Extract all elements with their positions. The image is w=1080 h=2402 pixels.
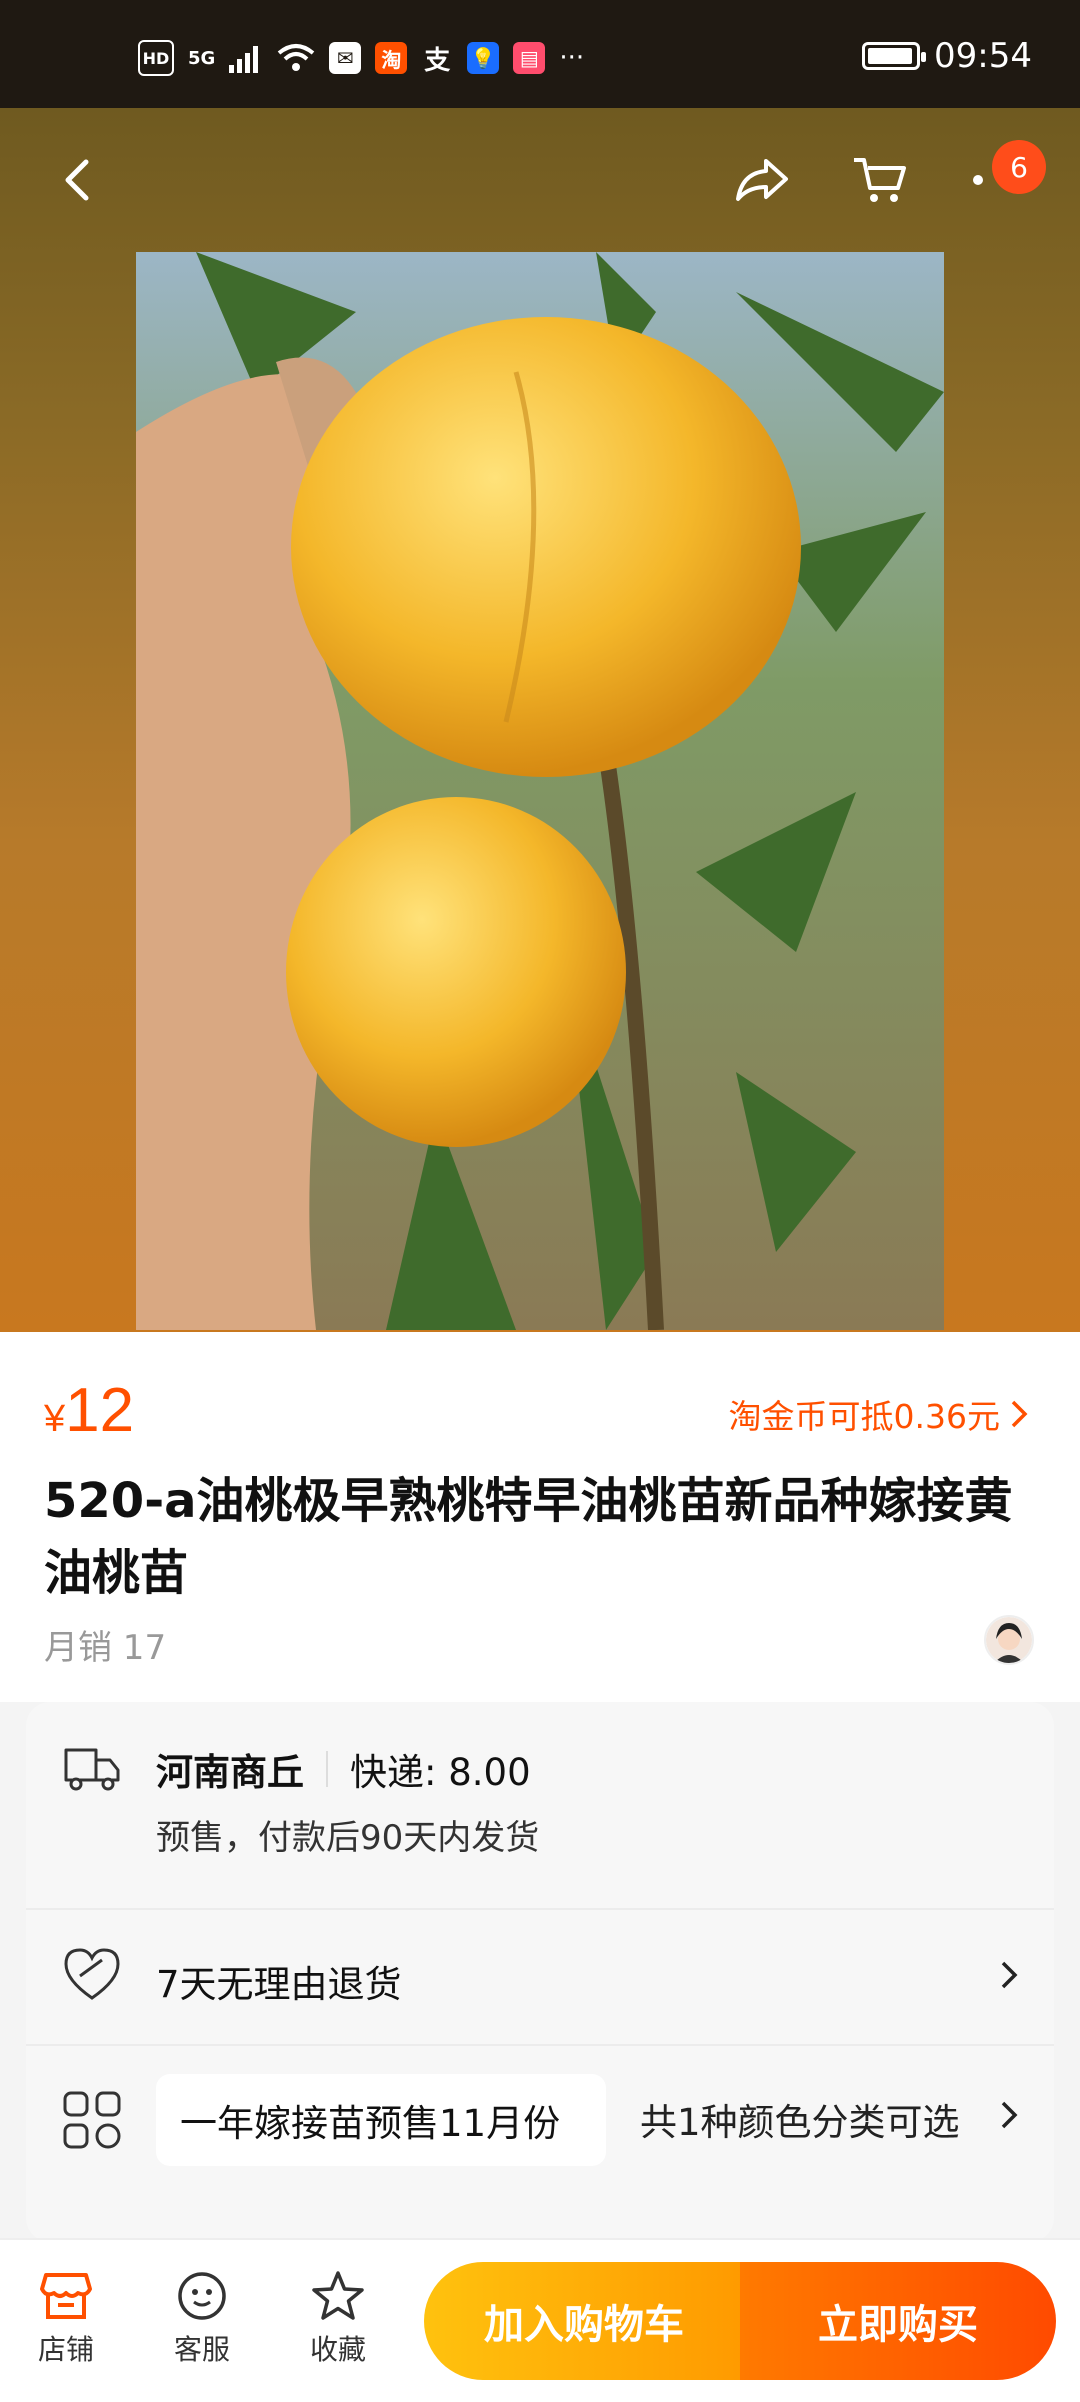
- more-button[interactable]: 6: [962, 140, 1046, 220]
- store-icon: [40, 2273, 92, 2319]
- store-button[interactable]: 店铺: [16, 2264, 116, 2368]
- peach-photo: [136, 252, 944, 1330]
- share-button[interactable]: [722, 140, 802, 220]
- wifi-icon: [278, 44, 315, 71]
- bottom-action-bar: 店铺 客服 收藏 加入购物车 立即购买: [0, 2238, 1080, 2402]
- seller-avatar[interactable]: [984, 1615, 1034, 1665]
- coin-discount-link[interactable]: 淘金币可抵0.36元: [729, 1390, 1028, 1438]
- currency-symbol: ¥: [44, 1398, 66, 1440]
- status-bar: HD 5G ✉ 淘 支 💡 ▤ ··· 09:54: [0, 0, 1080, 108]
- mail-icon: ✉: [329, 42, 362, 74]
- variant-option-chip[interactable]: 一年嫁接苗预售11月份: [156, 2074, 606, 2166]
- hd-icon: HD: [138, 40, 174, 76]
- clock: 09:54: [934, 36, 1032, 76]
- more-notifications: ···: [559, 43, 585, 73]
- chevron-right-icon: [1001, 1961, 1018, 1989]
- customer-service-label: 客服: [173, 2333, 230, 2366]
- avatar-icon: [986, 1617, 1032, 1663]
- buy-now-label: 立即购买: [818, 2302, 978, 2348]
- chevron-left-icon: [65, 159, 89, 201]
- customer-service-button[interactable]: 客服: [152, 2264, 252, 2368]
- product-image[interactable]: [136, 252, 944, 1330]
- favorite-label: 收藏: [309, 2333, 366, 2366]
- shipping-row[interactable]: 河南商丘 快递: 8.00 预售，付款后90天内发货: [26, 1702, 1054, 1908]
- heart-shield-icon: [64, 1948, 120, 2000]
- shipping-main: 河南商丘 快递: 8.00: [156, 1742, 531, 1796]
- store-label: 店铺: [37, 2333, 94, 2366]
- variants-grid-icon: [63, 2091, 121, 2149]
- bulb-icon: 💡: [467, 42, 500, 74]
- express-fee: 快递: 8.00: [350, 1751, 531, 1794]
- separator: [326, 1751, 328, 1787]
- return-policy-row[interactable]: 7天无理由退货: [26, 1910, 1054, 2044]
- taobao-icon: 淘: [375, 42, 408, 74]
- details-card: 河南商丘 快递: 8.00 预售，付款后90天内发货 7天无理由退货 一年嫁接苗…: [26, 1702, 1054, 2242]
- add-to-cart-button[interactable]: 加入购物车: [424, 2262, 744, 2380]
- price: ¥12: [44, 1375, 134, 1446]
- network-type: 5G: [188, 47, 216, 69]
- battery-icon: [862, 42, 927, 70]
- alipay-icon: 支: [424, 45, 451, 76]
- favorite-button[interactable]: 收藏: [288, 2264, 388, 2368]
- variant-count-link[interactable]: 共1种颜色分类可选: [640, 2092, 960, 2146]
- return-policy-text: 7天无理由退货: [156, 1963, 402, 2006]
- delivery-truck-icon: [64, 1748, 120, 1791]
- variant-option-label: 一年嫁接苗预售11月份: [180, 2102, 561, 2145]
- cart-icon: [854, 158, 906, 202]
- monthly-sales: 月销 17: [44, 1628, 167, 1668]
- share-icon: [736, 159, 788, 201]
- chevron-right-icon[interactable]: [1000, 2100, 1018, 2130]
- back-button[interactable]: [38, 140, 118, 220]
- buy-now-button[interactable]: 立即购买: [740, 2262, 1056, 2380]
- chevron-right-icon: [1011, 1400, 1028, 1428]
- star-icon: [312, 2271, 364, 2320]
- chat-face-icon: [178, 2272, 226, 2320]
- variant-count-text: 共1种颜色分类可选: [640, 2101, 960, 2144]
- signal-icon: [229, 46, 259, 73]
- notification-badge: 6: [992, 140, 1046, 194]
- add-to-cart-label: 加入购物车: [484, 2302, 684, 2348]
- coin-discount-text: 淘金币可抵0.36元: [728, 1397, 1000, 1436]
- presale-note: 预售，付款后90天内发货: [156, 1818, 540, 1858]
- price-amount: 12: [65, 1376, 135, 1445]
- divider: [26, 2044, 1054, 2046]
- book-icon: ▤: [513, 42, 546, 74]
- product-title: 520-a油桃极早熟桃特早油桃苗新品种嫁接黄油桃苗: [44, 1473, 1013, 1601]
- ship-from-location: 河南商丘: [156, 1751, 304, 1794]
- cart-button[interactable]: [840, 140, 920, 220]
